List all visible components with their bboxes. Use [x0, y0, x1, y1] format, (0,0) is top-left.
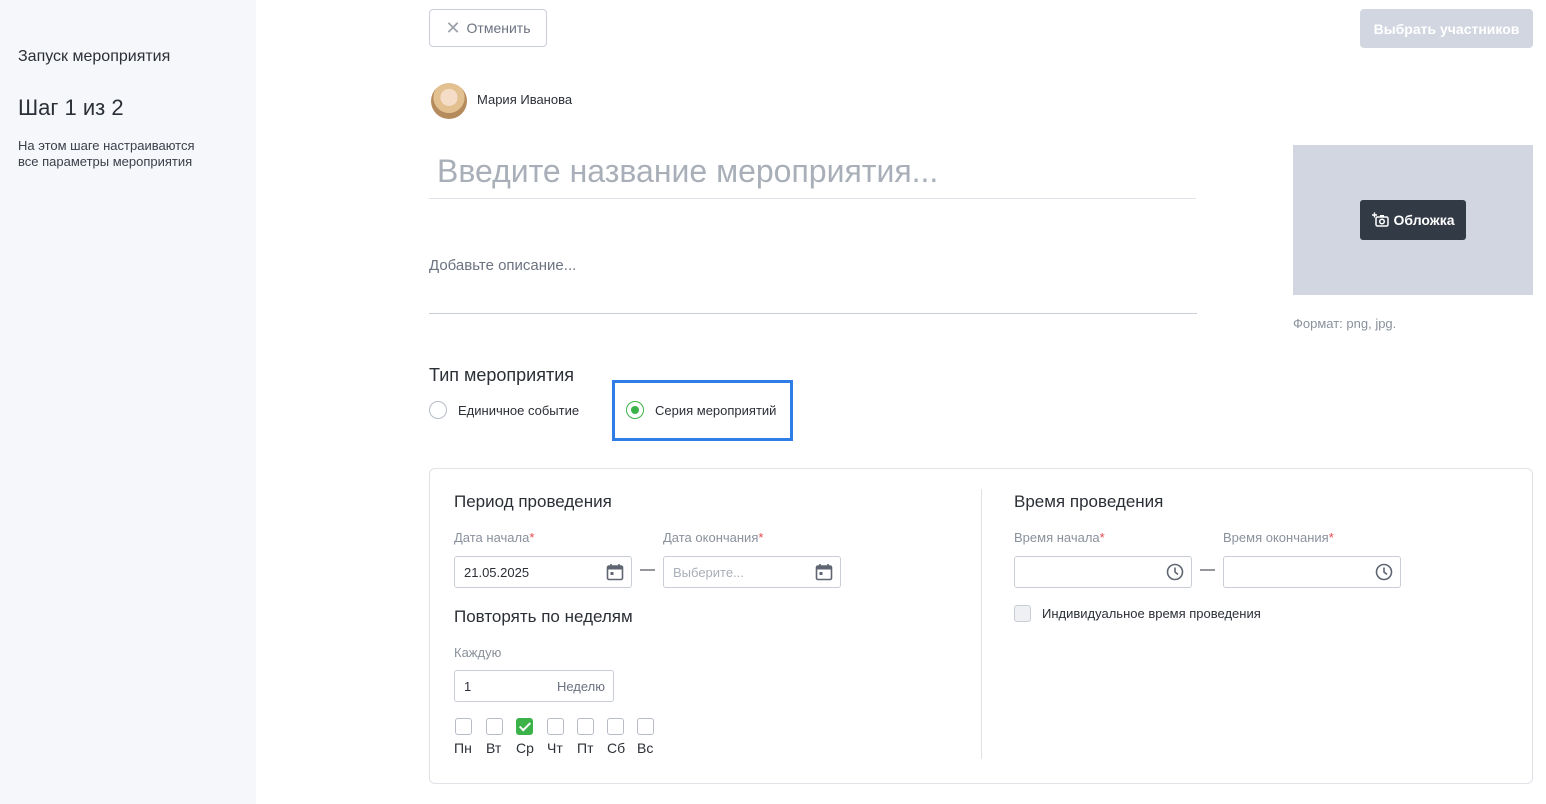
radio-single-event[interactable]	[429, 401, 447, 419]
period-heading: Период проведения	[454, 492, 612, 511]
day-label-thu: Чт	[547, 740, 563, 756]
end-date-placeholder: Выберите...	[673, 565, 744, 580]
cover-button[interactable]: Обложка	[1360, 200, 1466, 240]
end-date-input[interactable]: Выберите...	[663, 556, 841, 588]
day-label-sat: Сб	[607, 740, 626, 756]
event-title-placeholder: Введите название мероприятия...	[437, 153, 939, 189]
author-name: Мария Иванова	[477, 92, 573, 107]
date-range-separator: —	[640, 561, 655, 578]
clock-icon[interactable]	[1165, 562, 1185, 582]
event-description-placeholder: Добавьте описание...	[429, 257, 577, 274]
end-date-label: Дата окончания*	[663, 530, 764, 545]
start-date-value: 21.05.2025	[464, 565, 530, 580]
end-time-label: Время окончания*	[1223, 530, 1334, 545]
time-heading: Время проведения	[1014, 492, 1164, 511]
step-indicator: Шаг 1 из 2	[18, 95, 124, 120]
event-title-input[interactable]: Введите название мероприятия...	[429, 145, 1196, 199]
day-checkbox-wed[interactable]	[516, 718, 533, 735]
day-label-sun: Вс	[637, 740, 654, 756]
select-participants-label: Выбрать участников	[1373, 20, 1520, 37]
radio-single-event-label: Единичное событие	[458, 403, 580, 418]
day-label-wed: Ср	[516, 740, 534, 756]
avatar	[431, 83, 467, 119]
start-time-label: Время начала*	[1014, 530, 1105, 545]
event-description-input[interactable]: Добавьте описание...	[429, 250, 1197, 314]
cover-button-label: Обложка	[1393, 212, 1455, 228]
day-label-tue: Вт	[486, 740, 502, 756]
day-label-fri: Пт	[577, 740, 594, 756]
event-type-label: Тип мероприятия	[429, 365, 575, 385]
repeat-interval-suffix: Неделю	[556, 679, 605, 694]
day-label-mon: Пн	[454, 740, 472, 756]
cover-format-hint: Формат: png, jpg.	[1293, 316, 1397, 331]
individual-time-checkbox[interactable]	[1014, 605, 1031, 622]
calendar-icon[interactable]	[814, 562, 834, 582]
card-divider	[981, 489, 982, 759]
radio-event-series[interactable]	[626, 401, 644, 419]
sidebar: Запуск мероприятия Шаг 1 из 2 На этом ша…	[0, 0, 256, 804]
select-participants-button[interactable]: Выбрать участников	[1360, 9, 1533, 48]
sidebar-title: Запуск мероприятия	[18, 48, 171, 65]
individual-time-label: Индивидуальное время проведения	[1042, 606, 1261, 621]
start-time-input[interactable]	[1014, 556, 1192, 588]
radio-event-series-label: Серия мероприятий	[655, 403, 777, 418]
camera-plus-icon	[1371, 212, 1389, 227]
day-checkbox-thu[interactable]	[547, 718, 564, 735]
day-checkbox-sat[interactable]	[607, 718, 624, 735]
repeat-interval-value: 1	[464, 679, 472, 694]
day-checkbox-sun[interactable]	[637, 718, 654, 735]
step-description: На этом шаге настраиваются все параметры…	[18, 138, 195, 169]
end-time-input[interactable]	[1223, 556, 1401, 588]
time-range-separator: —	[1200, 561, 1215, 578]
day-checkbox-tue[interactable]	[486, 718, 503, 735]
cover-upload-area[interactable]: Обложка	[1293, 145, 1533, 295]
cancel-button[interactable]: ✕ Отменить	[429, 9, 547, 47]
clock-icon[interactable]	[1374, 562, 1394, 582]
day-checkbox-fri[interactable]	[577, 718, 594, 735]
day-checkbox-mon[interactable]	[455, 718, 472, 735]
close-icon: ✕	[445, 18, 461, 38]
start-date-label: Дата начала*	[454, 530, 535, 545]
repeat-every-label: Каждую	[454, 645, 502, 660]
start-date-input[interactable]: 21.05.2025	[454, 556, 632, 588]
cancel-button-label: Отменить	[466, 20, 531, 36]
calendar-icon[interactable]	[605, 562, 625, 582]
repeat-heading: Повторять по неделям	[454, 607, 633, 626]
repeat-interval-input[interactable]: 1 Неделю	[454, 670, 614, 702]
